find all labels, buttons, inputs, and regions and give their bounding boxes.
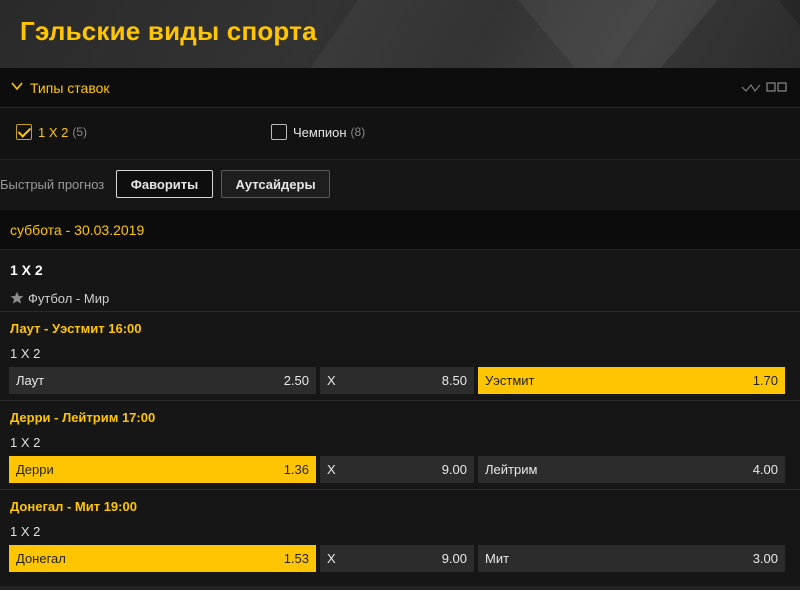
outsiders-button[interactable]: Аутсайдеры xyxy=(221,170,330,198)
odd-home-button[interactable]: Донегал 1.53 xyxy=(9,545,316,572)
odd-home-button[interactable]: Дерри 1.36 xyxy=(9,456,316,483)
odd-value: 1.53 xyxy=(283,551,309,566)
odd-label: X xyxy=(327,551,336,566)
event-name[interactable]: Лаут - Уэстмит 16:00 xyxy=(10,321,142,336)
quick-forecast: Быстрый прогноз Фавориты Аутсайдеры xyxy=(0,166,800,202)
odd-away-button[interactable]: Мит 3.00 xyxy=(478,545,785,572)
odd-away-button[interactable]: Лейтрим 4.00 xyxy=(478,456,785,483)
odd-draw-button[interactable]: X 9.00 xyxy=(320,545,474,572)
star-icon[interactable] xyxy=(10,291,24,305)
page-header: Гэльские виды спорта xyxy=(0,0,800,68)
bet-types-title: Типы ставок xyxy=(30,80,110,96)
odd-value: 2.50 xyxy=(283,373,309,388)
event-market: 1 X 2 xyxy=(10,435,41,450)
quick-forecast-label: Быстрый прогноз xyxy=(0,177,105,192)
odd-value: 1.36 xyxy=(283,462,309,477)
odd-label: Мит xyxy=(485,551,510,566)
bottom-divider xyxy=(0,586,800,590)
favorites-button[interactable]: Фавориты xyxy=(116,170,213,198)
odd-value: 3.00 xyxy=(752,551,778,566)
bet-type-option-champion[interactable]: Чемпион (8) xyxy=(271,122,365,142)
odd-label: Лейтрим xyxy=(485,462,538,477)
odd-value: 9.00 xyxy=(441,462,467,477)
market-title: 1 X 2 xyxy=(10,262,43,278)
view-toggle-icon[interactable] xyxy=(740,81,790,95)
checkbox-checked[interactable] xyxy=(16,124,32,140)
event-row: Дерри - Лейтрим 17:00 1 X 2 Дерри 1.36 X… xyxy=(0,400,800,489)
bet-type-options: 1 X 2 (5) Чемпион (8) xyxy=(0,108,800,160)
league-row: Футбол - Мир xyxy=(10,290,109,306)
odd-away-button[interactable]: Уэстмит 1.70 xyxy=(478,367,785,394)
odd-draw-button[interactable]: X 8.50 xyxy=(320,367,474,394)
bet-type-option-1x2[interactable]: 1 X 2 (5) xyxy=(16,122,87,142)
option-count: (5) xyxy=(72,125,88,139)
checkbox-unchecked[interactable] xyxy=(271,124,287,140)
odd-value: 4.00 xyxy=(752,462,778,477)
odd-label: Лаут xyxy=(16,373,45,388)
odd-label: X xyxy=(327,373,336,388)
event-row: Донегал - Мит 19:00 1 X 2 Донегал 1.53 X… xyxy=(0,489,800,578)
odd-value: 1.70 xyxy=(752,373,778,388)
bet-types-header[interactable]: Типы ставок xyxy=(0,68,800,108)
odd-label: Донегал xyxy=(16,551,66,566)
odd-label: Дерри xyxy=(16,462,54,477)
page-title: Гэльские виды спорта xyxy=(20,16,317,46)
event-market: 1 X 2 xyxy=(10,346,41,361)
date-header: суббота - 30.03.2019 xyxy=(0,210,800,250)
event-row: Лаут - Уэстмит 16:00 1 X 2 Лаут 2.50 X 8… xyxy=(0,311,800,400)
event-name[interactable]: Донегал - Мит 19:00 xyxy=(10,499,137,514)
odd-value: 8.50 xyxy=(441,373,467,388)
event-market: 1 X 2 xyxy=(10,524,41,539)
event-name[interactable]: Дерри - Лейтрим 17:00 xyxy=(10,410,155,425)
odd-home-button[interactable]: Лаут 2.50 xyxy=(9,367,316,394)
odd-value: 9.00 xyxy=(441,551,467,566)
odd-draw-button[interactable]: X 9.00 xyxy=(320,456,474,483)
odd-label: Уэстмит xyxy=(485,373,535,388)
option-label: 1 X 2 xyxy=(38,124,69,140)
chevron-down-icon[interactable] xyxy=(10,79,24,93)
odd-label: X xyxy=(327,462,336,477)
option-count: (8) xyxy=(350,125,366,139)
league-name: Футбол - Мир xyxy=(28,290,110,306)
option-label: Чемпион xyxy=(293,124,347,140)
date-label: суббота - 30.03.2019 xyxy=(10,222,145,238)
